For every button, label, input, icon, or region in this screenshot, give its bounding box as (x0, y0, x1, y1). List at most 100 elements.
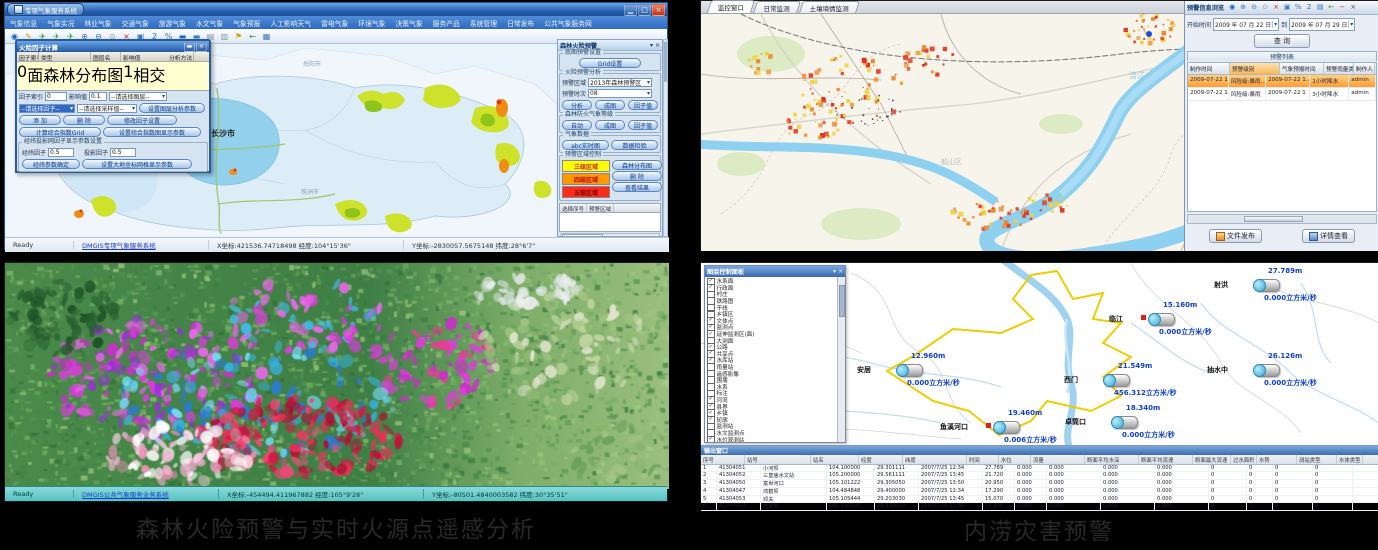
column-header[interactable]: 制作人 (1354, 63, 1375, 74)
pin-icon[interactable]: ⚑ (233, 31, 244, 42)
level-button[interactable]: 成图 (595, 120, 625, 130)
dialog-titlebar[interactable]: 火险因子计算 ▬ × (17, 41, 209, 52)
back-icon[interactable]: ← (1326, 3, 1336, 13)
image-icon[interactable]: ▦ (261, 31, 272, 42)
horizontal-scrollbar[interactable] (1187, 214, 1377, 224)
remove-icon[interactable]: − (1337, 3, 1347, 13)
menu-item[interactable]: 气象实况 (42, 18, 79, 28)
close-icon[interactable]: × (838, 268, 843, 275)
layer-checkbox[interactable]: ✓ (707, 436, 715, 442)
globe-icon[interactable]: ◉ (1227, 3, 1237, 13)
close-icon[interactable]: × (655, 42, 660, 49)
sample-select[interactable]: --请选择采样值--▾ (77, 104, 137, 113)
impact-input[interactable]: 0.1 (89, 92, 107, 101)
menu-item[interactable]: 公共气象服务网 (539, 18, 597, 28)
map-tab[interactable]: 监控窗口 (707, 0, 755, 13)
factor-index-input[interactable]: 0 (45, 92, 67, 101)
column-header[interactable]: 水体类型 (1337, 455, 1363, 464)
layers-icon[interactable]: ▤ (1315, 3, 1325, 13)
pan-icon[interactable]: ⊙ (1260, 3, 1270, 13)
dialog-minimize-button[interactable]: ▬ (184, 42, 195, 52)
column-header[interactable]: 因子索引 (17, 52, 39, 61)
menu-item[interactable]: 旅游气象 (154, 18, 191, 28)
zoom-in-icon[interactable]: ⊕ (1238, 3, 1248, 13)
set-datum-grid-button[interactable]: 设置大地坐标网格显示参数 (82, 159, 192, 169)
menu-item[interactable]: 人工影响天气 (265, 18, 316, 28)
analysis-button[interactable]: 因子值 (628, 100, 658, 110)
system-link[interactable]: DMGIS公共气象服务业务系统 (74, 489, 219, 499)
menu-item[interactable]: 水文气象 (191, 18, 228, 28)
detail-button[interactable]: 详情查看 (1302, 229, 1355, 243)
zone-action-button[interactable]: 森林分布图 (612, 160, 662, 170)
column-header[interactable]: 站号 (745, 455, 811, 464)
factor-row[interactable]: 0面森林分布图1相交 (17, 62, 209, 86)
menu-item[interactable]: 林业气象 (79, 18, 116, 28)
list-column-header[interactable]: 选择序号 (560, 204, 587, 212)
column-header[interactable]: 预警级别 (1230, 63, 1280, 74)
station-data-row[interactable]: 441304047鸿鹤坝104.48484829.4000002007/7/25… (701, 488, 1378, 496)
column-header[interactable]: 经度 (859, 455, 903, 464)
query-button[interactable]: 查 询 (1254, 34, 1310, 48)
menu-item[interactable]: 日常发布 (502, 18, 539, 28)
close-button[interactable]: × (652, 4, 665, 16)
level-button[interactable]: 因子值 (628, 120, 658, 130)
set-grid-display-button[interactable]: 设置综合指数图显示参数 (103, 127, 201, 137)
pin-icon[interactable]: ▾ (650, 42, 653, 49)
column-header[interactable]: 图层名 (91, 52, 121, 61)
proj-factor-input[interactable]: 0.5 (110, 148, 136, 157)
system-link[interactable]: DMGIS专项气象服务系统 (74, 240, 209, 250)
add-factor-button[interactable]: 添 加 (19, 115, 61, 125)
station-data-row[interactable]: 141304051小河坝104.10000029.3011112007/7/25… (701, 465, 1378, 473)
column-header[interactable]: 类型 (39, 52, 91, 61)
column-header[interactable]: 预警雨量类型 (1324, 63, 1354, 74)
column-header[interactable]: 断面最大流速 (1193, 455, 1231, 464)
menu-item[interactable]: 决策气象 (390, 18, 427, 28)
dialog-close-button[interactable]: × (196, 42, 207, 52)
column-header[interactable]: 序号 (701, 455, 745, 464)
analysis-button[interactable]: 分析 (562, 100, 592, 110)
station-data-row[interactable]: 341304050富世河口105.10122229.3050502007/7/2… (701, 480, 1378, 488)
lat-factor-input[interactable]: 0.5 (48, 148, 74, 157)
menu-item[interactable]: 气象信息 (5, 18, 42, 28)
column-header[interactable]: 水势 (1257, 455, 1297, 464)
delete-factor-button[interactable]: 删 除 (63, 115, 105, 125)
warning-zone-list[interactable] (559, 212, 661, 232)
column-header[interactable]: 测站类型 (1297, 455, 1337, 464)
level-button[interactable]: 自动 (562, 120, 592, 130)
minimize-button[interactable]: ▁ (624, 4, 637, 16)
column-header[interactable]: 气象预报时间 (1280, 63, 1324, 74)
station-data-row[interactable]: 541304053邓关105.10544429.2030302007/7/25 … (701, 496, 1378, 504)
zone-action-button[interactable]: 删 除 (612, 171, 662, 181)
weather-data-button[interactable]: abc实时图 (562, 140, 609, 150)
warning-row[interactable]: 2009-07-22 1...风险级:暴雨...2009-07-22 1...1… (1188, 75, 1376, 88)
column-header[interactable]: 站名 (811, 455, 859, 464)
warning-row[interactable]: 2009-07-22 1风险级:暴雨2009-07-22 13小时降水admin (1188, 88, 1376, 101)
start-date-picker[interactable]: 2009 年 07 月 22 日▾ (1213, 18, 1279, 31)
modify-factor-button[interactable]: 修改因子设置 (107, 115, 177, 125)
collapse-icon[interactable]: ▾ (833, 268, 836, 275)
set-layer-params-button[interactable]: 设置图层分析参数 (139, 103, 205, 113)
vertical-scrollbar[interactable] (663, 39, 668, 237)
zoom-out-icon[interactable]: ⊖ (1249, 3, 1259, 13)
column-header[interactable]: 断面平均水深 (1085, 455, 1139, 464)
column-header[interactable]: 纬度 (903, 455, 967, 464)
zone-action-button[interactable]: 查看结果 (612, 182, 662, 192)
column-header[interactable]: 时间 (967, 455, 999, 464)
column-header[interactable]: 过水面积 (1231, 455, 1257, 464)
calc-grid-button[interactable]: 计算综合指数Grid (19, 127, 101, 137)
menu-item[interactable]: 气象预报 (228, 18, 265, 28)
confirm-params-button[interactable]: 经纬参数确定 (22, 159, 80, 169)
publish-button[interactable]: 文件发布 (1209, 229, 1262, 243)
stop-icon[interactable]: × (1271, 3, 1281, 13)
column-header[interactable]: 制作时间 (1188, 63, 1230, 74)
menu-item[interactable]: 雷电气象 (316, 18, 353, 28)
column-header[interactable]: 流量 (1031, 455, 1085, 464)
map-tab[interactable]: 日常监测 (753, 1, 801, 13)
map-tab[interactable]: 土壤墒情监测 (799, 1, 860, 13)
back-icon[interactable]: ← (247, 31, 258, 42)
scan-icon[interactable]: ▥ (219, 31, 230, 42)
warning-time-select[interactable]: 08▾ (588, 89, 652, 98)
menu-item[interactable]: 系统管理 (465, 18, 502, 28)
layer-item[interactable]: ✓水位观测站 (707, 436, 838, 442)
satellite-imagery[interactable] (5, 263, 669, 489)
